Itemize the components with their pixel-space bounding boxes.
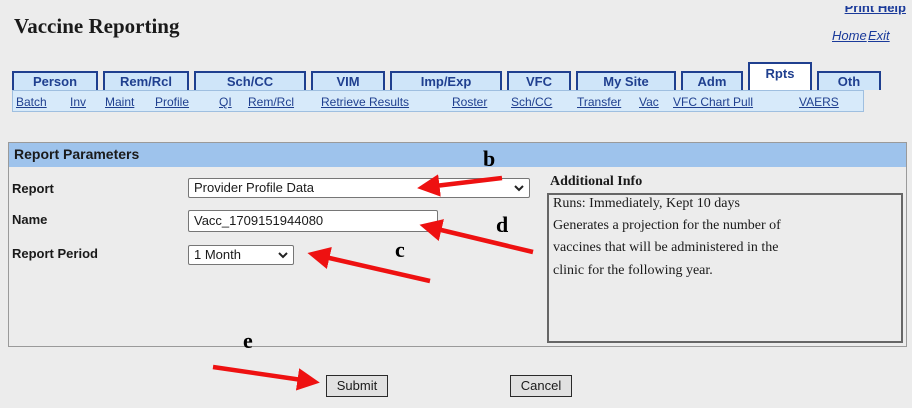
arrow-c (307, 247, 431, 284)
arrow-e (212, 364, 320, 391)
annotation-arrows-layer (212, 174, 534, 391)
arrow-b (417, 174, 503, 197)
arrow-d (419, 219, 534, 255)
